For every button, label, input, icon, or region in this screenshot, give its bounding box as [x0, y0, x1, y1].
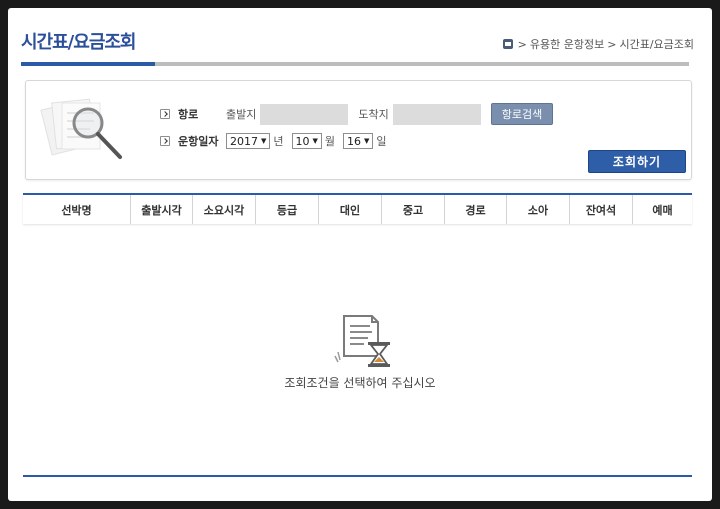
dropdown-arrow-icon: ▼ [261, 137, 267, 145]
breadcrumb: > 유용한 운항정보 > 시간표/요금조회 [502, 36, 694, 52]
document-hourglass-icon [334, 315, 390, 367]
column-header[interactable]: 잔여석 [570, 195, 633, 224]
column-header[interactable]: 중고 [382, 195, 445, 224]
title-underline-accent [21, 62, 155, 66]
column-header[interactable]: 경로 [445, 195, 507, 224]
column-header[interactable]: 선박명 [23, 195, 131, 224]
date-label: 운항일자 [178, 135, 219, 148]
dropdown-arrow-icon: ▼ [312, 137, 318, 145]
title-underline [21, 62, 689, 66]
search-panel: 항로 출발지 도착지 항로검색 운항일자 2017 ▼ 년 10 ▼ 월 16 ▼ 일… [25, 80, 692, 180]
route-search-button[interactable]: 항로검색 [490, 103, 554, 125]
month-unit: 월 [324, 135, 336, 148]
route-label: 항로 [178, 108, 199, 121]
departure-input[interactable] [260, 103, 349, 125]
empty-state-message: 조회조건을 선택하여 주십시오 [284, 376, 436, 390]
dropdown-arrow-icon: ▼ [364, 137, 370, 145]
day-select[interactable]: 16 ▼ [343, 133, 374, 149]
column-header[interactable]: 소아 [507, 195, 570, 224]
column-header[interactable]: 소요시각 [193, 195, 256, 224]
chevron-right-icon: > [607, 37, 617, 51]
column-header[interactable]: 출발시각 [131, 195, 193, 224]
chevron-right-icon [160, 109, 170, 119]
chevron-right-icon: > [517, 37, 527, 51]
magnifier-documents-icon [40, 98, 122, 159]
column-header[interactable]: 예매 [633, 195, 692, 224]
arrival-label: 도착지 [358, 108, 389, 121]
departure-label: 출발지 [226, 108, 257, 121]
home-icon[interactable] [502, 39, 513, 49]
date-row: 운항일자 2017 ▼ 년 10 ▼ 월 16 ▼ 일 [160, 133, 395, 149]
query-button[interactable]: 조회하기 [588, 150, 686, 173]
page-title: 시간표/요금조회 [21, 32, 136, 53]
column-header[interactable]: 등급 [256, 195, 319, 224]
content-frame: 시간표/요금조회 > 유용한 운항정보 > 시간표/요금조회 항로 출발지 도착… [8, 8, 712, 501]
year-select[interactable]: 2017 ▼ [226, 133, 271, 149]
schedule-table-header: 선박명 출발시각 소요시각 등급 대인 중고 경로 소아 잔여석 예매 [23, 193, 692, 224]
breadcrumb-item-current[interactable]: 시간표/요금조회 [619, 36, 694, 52]
column-header[interactable]: 대인 [319, 195, 382, 224]
arrival-input[interactable] [392, 103, 481, 125]
day-unit: 일 [376, 135, 387, 148]
chevron-right-icon [160, 136, 170, 146]
route-row: 항로 출발지 도착지 항로검색 [160, 103, 554, 125]
breadcrumb-item-info[interactable]: 유용한 운항정보 [530, 36, 604, 52]
year-unit: 년 [273, 135, 284, 148]
table-bottom-border [23, 475, 692, 477]
month-select[interactable]: 10 ▼ [291, 133, 322, 149]
